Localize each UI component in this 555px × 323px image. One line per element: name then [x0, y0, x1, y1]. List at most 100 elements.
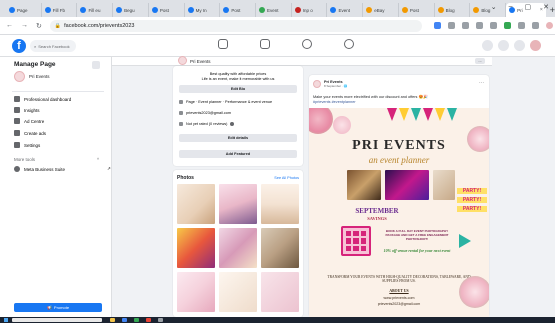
translate-icon[interactable]: [447, 22, 455, 29]
browser-tab[interactable]: Fill eu: [77, 3, 114, 17]
info-circle-icon[interactable]: [230, 122, 235, 126]
poster-party-label: PARTY!: [457, 188, 487, 194]
post-image[interactable]: PRI EVENTS an event planner PARTY! PARTY…: [309, 108, 489, 317]
tab-label: Inp o: [302, 7, 313, 13]
gear-icon: [14, 142, 20, 148]
taskbar-search-input[interactable]: [12, 318, 102, 322]
sidebar-item-ad-centre[interactable]: Ad Centre: [14, 118, 44, 124]
photo-thumbnail[interactable]: [219, 272, 257, 312]
tab-favicon-icon: [366, 7, 373, 13]
photo-thumbnail[interactable]: [261, 228, 299, 268]
browser-tab[interactable]: Event: [256, 3, 292, 17]
tab-favicon-icon: [9, 7, 15, 13]
tab-favicon-icon: [401, 7, 408, 13]
new-tab-button[interactable]: +: [550, 3, 555, 17]
tab-label: Post: [159, 7, 169, 13]
groups-icon[interactable]: [302, 39, 312, 49]
browser-tab[interactable]: Begu: [113, 3, 149, 17]
taskbar-app-icon[interactable]: [110, 318, 115, 322]
url-input[interactable]: 🔒 facebook.com/prievents2023: [49, 19, 422, 32]
minimize-icon[interactable]: –: [509, 3, 513, 11]
more-tools-toggle[interactable]: More tools: [14, 157, 35, 162]
notifications-bell-icon[interactable]: [514, 40, 525, 51]
post-options-icon[interactable]: ···: [479, 80, 484, 86]
photos-title: Photos: [177, 175, 194, 181]
bunting-decoration: [423, 108, 433, 121]
start-menu-icon[interactable]: [4, 318, 8, 322]
forward-arrow-icon[interactable]: →: [21, 22, 28, 29]
browser-tab[interactable]: Post: [399, 3, 435, 17]
sidebar-item-label: Ad Centre: [24, 118, 45, 124]
photo-thumbnail[interactable]: [219, 184, 257, 224]
taskbar-app-icon[interactable]: [146, 318, 151, 322]
edit-bio-button[interactable]: Edit Bio: [179, 85, 297, 93]
account-avatar[interactable]: [530, 40, 541, 51]
facebook-logo-icon[interactable]: f: [12, 39, 26, 53]
post-hashtags[interactable]: #prievents #eventplanner: [313, 100, 485, 105]
photo-thumbnail[interactable]: [261, 272, 299, 312]
browser-tab[interactable]: Post: [149, 3, 185, 17]
bunting-decoration: [387, 108, 397, 121]
post-timestamp[interactable]: 8 September · 🌐: [324, 84, 348, 88]
tab-favicon-icon: [437, 7, 444, 13]
browser-tab[interactable]: Post: [220, 3, 257, 17]
zoom-icon[interactable]: [461, 22, 469, 29]
poster-discount: 10% off venue rental for your next event: [383, 248, 451, 253]
sidebar-page-switcher[interactable]: Pri Events: [14, 71, 50, 82]
browser-tab[interactable]: eBay: [363, 3, 399, 17]
browser-tab[interactable]: Inp o: [292, 3, 328, 17]
home-icon[interactable]: [218, 39, 228, 49]
more-options-button[interactable]: ...: [475, 58, 485, 64]
browser-tab[interactable]: Page: [6, 3, 42, 17]
profile-avatar-icon[interactable]: [545, 22, 553, 29]
sidebar-item-insights[interactable]: Insights: [14, 107, 40, 113]
messenger-icon[interactable]: [498, 40, 509, 51]
facebook-search-input[interactable]: ⌕ Search Facebook: [30, 40, 76, 52]
photo-thumbnail[interactable]: [219, 228, 257, 268]
browser-tab[interactable]: Blog: [435, 3, 471, 17]
bunting-decoration: [435, 108, 445, 121]
taskbar-app-icon[interactable]: [122, 318, 127, 322]
page-email[interactable]: prievents2023@gmail.com: [186, 111, 231, 115]
edit-details-button[interactable]: Edit details: [179, 134, 297, 142]
chevron-up-icon[interactable]: ^: [97, 157, 99, 162]
close-window-icon[interactable]: ✕: [543, 3, 549, 11]
bookmark-star-icon[interactable]: [475, 22, 483, 29]
browser-tab[interactable]: Fill Fb: [42, 3, 78, 17]
menu-grid-icon[interactable]: [482, 40, 493, 51]
watch-icon[interactable]: [260, 39, 270, 49]
taskbar-app-icon[interactable]: [158, 318, 163, 322]
taskbar-app-icon[interactable]: [134, 318, 139, 322]
google-icon[interactable]: [433, 22, 441, 29]
sidebar-item-professional-dashboard[interactable]: Professional dashboard: [14, 96, 71, 102]
sidebar-options-icon[interactable]: [92, 61, 100, 69]
sidebar-item-meta-business-suite[interactable]: Meta Business Suite ↗: [14, 166, 111, 172]
sidebar-item-settings[interactable]: Settings: [14, 142, 40, 148]
post-author-avatar[interactable]: [313, 80, 321, 88]
add-featured-button[interactable]: Add Featured: [179, 150, 297, 158]
divider: [12, 91, 104, 92]
photo-thumbnail[interactable]: [177, 184, 215, 224]
photo-thumbnail[interactable]: [177, 272, 215, 312]
maximize-icon[interactable]: ▢: [525, 3, 532, 11]
back-arrow-icon[interactable]: ←: [6, 22, 13, 29]
sidebar-item-create-ads[interactable]: Create ads: [14, 130, 46, 136]
megaphone-icon: [14, 118, 20, 124]
browser-tab[interactable]: Event: [327, 3, 364, 17]
sidebar-item-label: Create ads: [24, 130, 47, 136]
browser-tab[interactable]: My In: [185, 3, 221, 17]
sidepanel-icon[interactable]: [531, 22, 539, 29]
download-icon[interactable]: [517, 22, 525, 29]
gaming-icon[interactable]: [344, 39, 354, 49]
see-all-photos-link[interactable]: See All Photos: [274, 176, 299, 180]
extension-icon[interactable]: [503, 22, 511, 29]
photos-card: Photos See All Photos: [173, 170, 303, 317]
photo-thumbnail[interactable]: [261, 184, 299, 224]
photo-thumbnail[interactable]: [177, 228, 215, 268]
reload-icon[interactable]: ↻: [36, 22, 42, 30]
promote-button[interactable]: 📢 Promote: [14, 303, 102, 312]
extension-icon[interactable]: [489, 22, 497, 29]
intro-card: Best quality with affordable prices Life…: [173, 66, 303, 166]
tab-label: My In: [195, 7, 207, 13]
tab-search-icon[interactable]: ⌄: [491, 3, 497, 11]
